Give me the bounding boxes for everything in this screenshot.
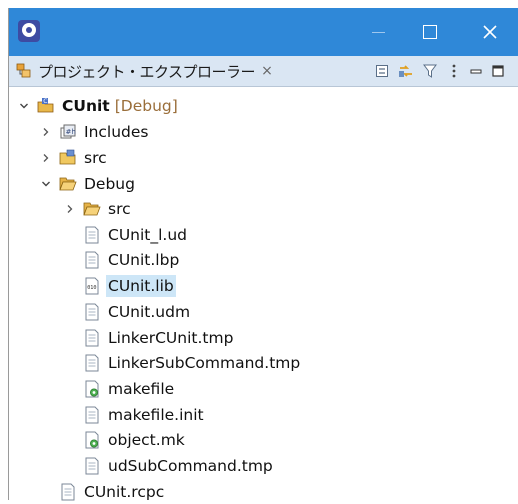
minimize-view-icon[interactable]: [467, 62, 485, 80]
view-tab-bar: プロジェクト・エクスプローラー ×: [9, 56, 518, 87]
maximize-icon: [423, 25, 437, 39]
build-config-label: [Debug]: [114, 96, 178, 115]
tree-item-debug-src[interactable]: src: [63, 196, 133, 221]
collapse-all-icon[interactable]: [373, 62, 391, 80]
chevron-down-icon[interactable]: [39, 177, 53, 191]
maximize-button[interactable]: [405, 8, 455, 56]
makefile-icon: [83, 380, 101, 398]
tree-item-file[interactable]: makefile: [63, 376, 176, 401]
tree-item-label: CUnit.rcpc: [84, 482, 165, 501]
svg-text:010: 010: [87, 285, 96, 291]
binary-file-icon: 010: [83, 277, 101, 295]
makefile-icon: [83, 431, 101, 449]
file-icon: [83, 251, 101, 269]
project-tree: C CUnit [Debug] #h Includes src Debug sr…: [9, 88, 518, 501]
folder-open-icon: [59, 175, 77, 193]
tree-item-label: CUnit.lib: [108, 276, 174, 295]
tree-item-label: LinkerCUnit.tmp: [108, 328, 234, 347]
tab-close-icon[interactable]: ×: [261, 63, 273, 79]
tree-item-label: udSubCommand.tmp: [108, 456, 273, 475]
chevron-right-icon[interactable]: [39, 151, 53, 165]
tree-item-label: LinkerSubCommand.tmp: [108, 353, 301, 372]
close-icon: [483, 25, 497, 39]
includes-icon: #h: [59, 123, 77, 141]
tree-item-file-selected[interactable]: 010 CUnit.lib: [63, 273, 176, 298]
project-explorer-window: プロジェクト・エクスプローラー × C CUnit [Debug] #h Inc…: [8, 8, 518, 501]
tree-item-includes[interactable]: #h Includes: [39, 119, 151, 144]
folder-icon: [83, 200, 101, 218]
close-button[interactable]: [465, 8, 515, 56]
e2-studio-app-icon: [18, 20, 40, 42]
tree-item-label: makefile.init: [108, 405, 204, 424]
tree-item-file[interactable]: udSubCommand.tmp: [63, 453, 275, 478]
tab-label: プロジェクト・エクスプローラー: [38, 62, 256, 81]
tree-item-label: src: [84, 148, 107, 167]
tree-item-debug[interactable]: Debug: [39, 171, 137, 196]
tree-item-file[interactable]: object.mk: [63, 427, 187, 452]
project-name: CUnit: [62, 96, 110, 115]
tree-item-file[interactable]: CUnit_l.ud: [63, 222, 189, 247]
filter-icon[interactable]: [421, 62, 439, 80]
minimize-button[interactable]: [353, 8, 403, 56]
tree-item-label: src: [108, 199, 131, 218]
chevron-right-icon[interactable]: [63, 202, 77, 216]
minimize-icon: [371, 31, 385, 33]
tree-item-src[interactable]: src: [39, 145, 109, 170]
file-icon: [83, 303, 101, 321]
tree-item-label: Includes: [84, 122, 149, 141]
view-menu-icon[interactable]: [445, 62, 463, 80]
tree-item-file[interactable]: CUnit.rcpc: [39, 479, 166, 504]
tab-project-explorer[interactable]: プロジェクト・エクスプローラー ×: [9, 56, 273, 86]
tree-item-label: Debug: [84, 174, 135, 193]
file-icon: [83, 354, 101, 372]
tree-item-file[interactable]: makefile.init: [63, 402, 206, 427]
file-icon: [83, 329, 101, 347]
svg-text:#h: #h: [66, 128, 76, 136]
file-icon: [59, 483, 77, 501]
tree-item-file[interactable]: CUnit.lbp: [63, 247, 181, 272]
chevron-down-icon[interactable]: [17, 99, 31, 113]
tree-item-file[interactable]: LinkerSubCommand.tmp: [63, 350, 302, 375]
source-folder-icon: [59, 149, 77, 167]
c-project-icon: C: [37, 97, 55, 115]
tree-item-label: CUnit.lbp: [108, 250, 180, 269]
project-explorer-icon: [16, 63, 31, 78]
file-icon: [83, 406, 101, 424]
file-icon: [83, 457, 101, 475]
maximize-view-icon[interactable]: [489, 62, 507, 80]
tree-item-label: makefile: [108, 379, 175, 398]
tree-item-file[interactable]: CUnit.udm: [63, 299, 192, 324]
tree-item-file[interactable]: LinkerCUnit.tmp: [63, 325, 235, 350]
file-icon: [83, 226, 101, 244]
svg-text:C: C: [43, 98, 47, 105]
chevron-right-icon[interactable]: [39, 125, 53, 139]
title-bar: [9, 8, 518, 56]
tree-item-label: CUnit.udm: [108, 302, 191, 321]
tree-item-project[interactable]: C CUnit [Debug]: [17, 93, 180, 118]
link-with-editor-icon[interactable]: [397, 62, 415, 80]
tree-item-label: object.mk: [108, 430, 185, 449]
tree-item-label: CUnit_l.ud: [108, 225, 188, 244]
